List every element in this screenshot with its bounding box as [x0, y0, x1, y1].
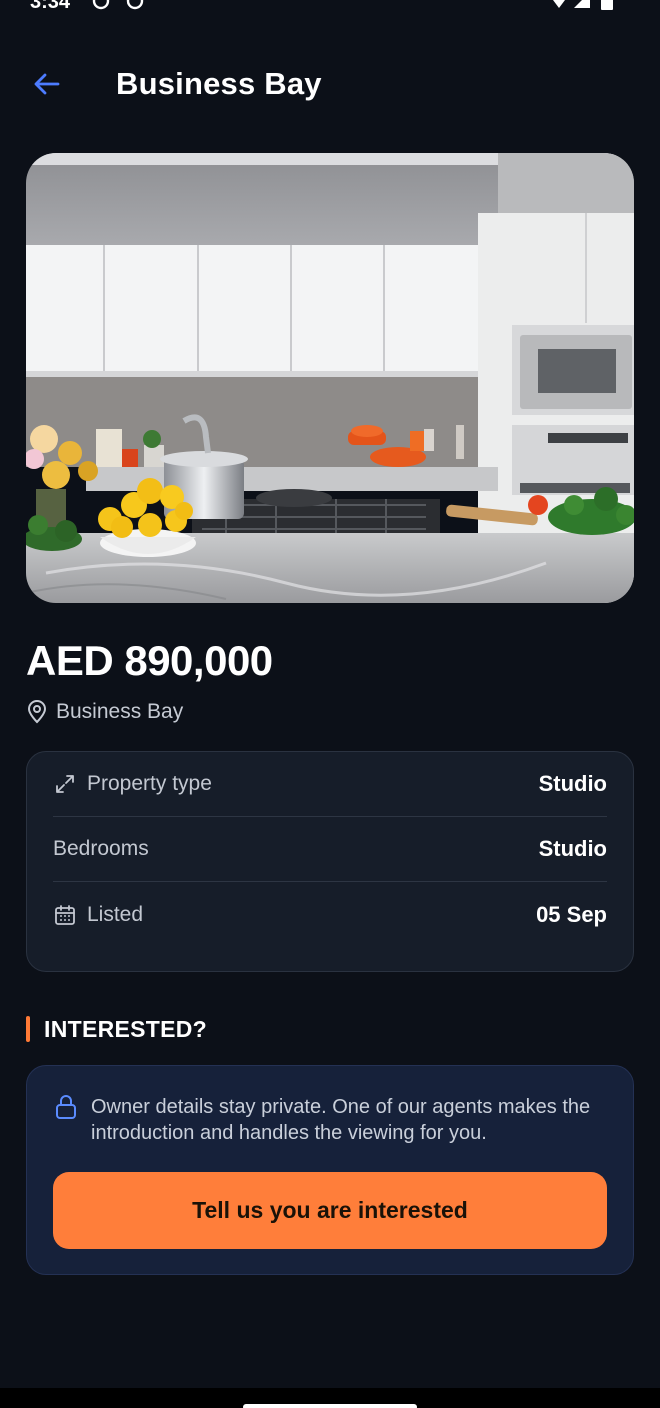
privacy-note: Owner details stay private. One of our a… [53, 1094, 613, 1146]
listing-detail-screen: 3:34 Business Bay AED 890,000 Business B… [0, 0, 660, 1408]
system-nav-bar [0, 1388, 660, 1408]
back-button[interactable] [24, 64, 68, 104]
expand-arrows-icon [56, 775, 74, 793]
status-bar: 3:34 [0, 0, 660, 16]
kitchen-photo-image [26, 153, 634, 603]
calendar-icon [55, 904, 75, 925]
detail-label: Listed [87, 902, 144, 926]
detail-row-property-type: Property type Studio [53, 752, 607, 817]
signal-status-icon [574, 0, 590, 8]
detail-value: Studio [538, 836, 607, 861]
accent-bar [26, 1016, 30, 1042]
listing-photo[interactable] [26, 153, 634, 603]
detail-value: Studio [538, 771, 607, 796]
section-title: INTERESTED? [44, 1015, 208, 1042]
battery-status-icon [601, 0, 613, 10]
interested-button[interactable]: Tell us you are interested [53, 1172, 607, 1249]
sync-status-icon [126, 0, 144, 10]
listing-location: Business Bay [26, 698, 183, 726]
page-title: Business Bay [116, 66, 322, 101]
home-indicator[interactable] [243, 1404, 417, 1408]
detail-row-listed: Listed 05 Sep [53, 882, 607, 947]
arrow-left-icon [34, 73, 60, 95]
details-card: Property type Studio Bedrooms Studio Lis… [26, 751, 634, 972]
listing-price: AED 890,000 [26, 637, 273, 684]
interest-card: Owner details stay private. One of our a… [26, 1065, 634, 1275]
app-bar: Business Bay [0, 52, 660, 116]
wifi-status-icon [553, 0, 565, 8]
detail-row-bedrooms: Bedrooms Studio [53, 817, 607, 882]
location-label: Business Bay [56, 700, 184, 723]
map-pin-icon [27, 700, 47, 724]
detail-label: Property type [87, 772, 212, 795]
interested-section-header: INTERESTED? [26, 1015, 207, 1043]
lock-icon [56, 1095, 76, 1119]
status-time: 3:34 [30, 0, 71, 13]
location-status-icon [92, 0, 110, 10]
detail-label: Bedrooms [53, 837, 149, 860]
privacy-text: Owner details stay private. One of our a… [91, 1096, 591, 1144]
detail-value: 05 Sep [536, 901, 607, 927]
